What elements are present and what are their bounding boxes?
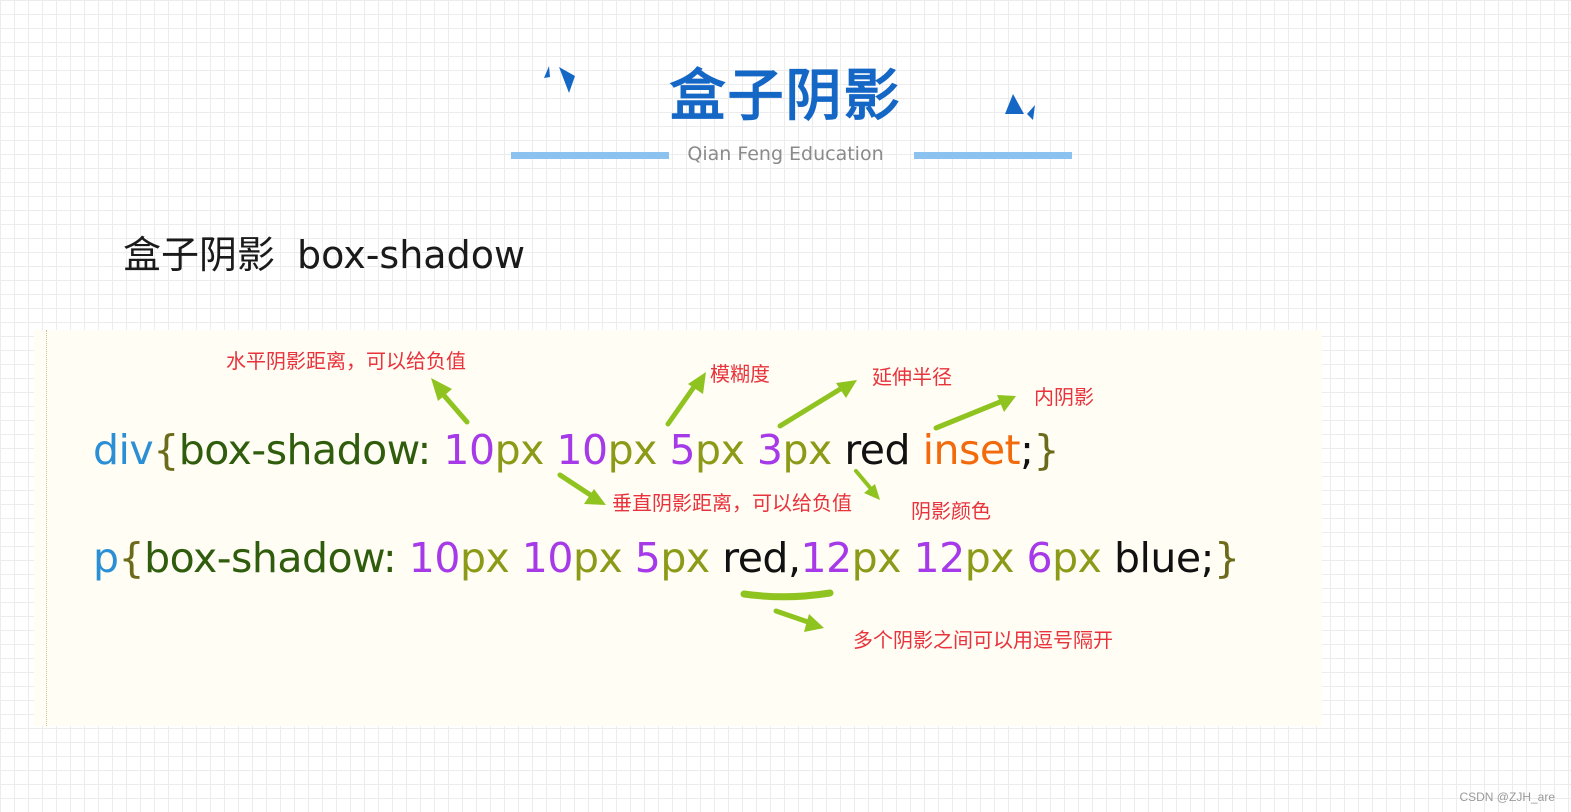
comma-underline: [740, 589, 834, 601]
arrow-icon: [431, 378, 470, 425]
annotation-arrows: [431, 372, 1016, 632]
arrow-icon: [777, 380, 857, 429]
arrow-icon: [665, 372, 706, 427]
arrow-icon: [773, 608, 824, 632]
arrow-icon: [933, 395, 1016, 431]
arrow-icon: [557, 472, 606, 505]
watermark: CSDN @ZJH_are: [1459, 790, 1555, 804]
arrow-icon: [854, 469, 880, 500]
